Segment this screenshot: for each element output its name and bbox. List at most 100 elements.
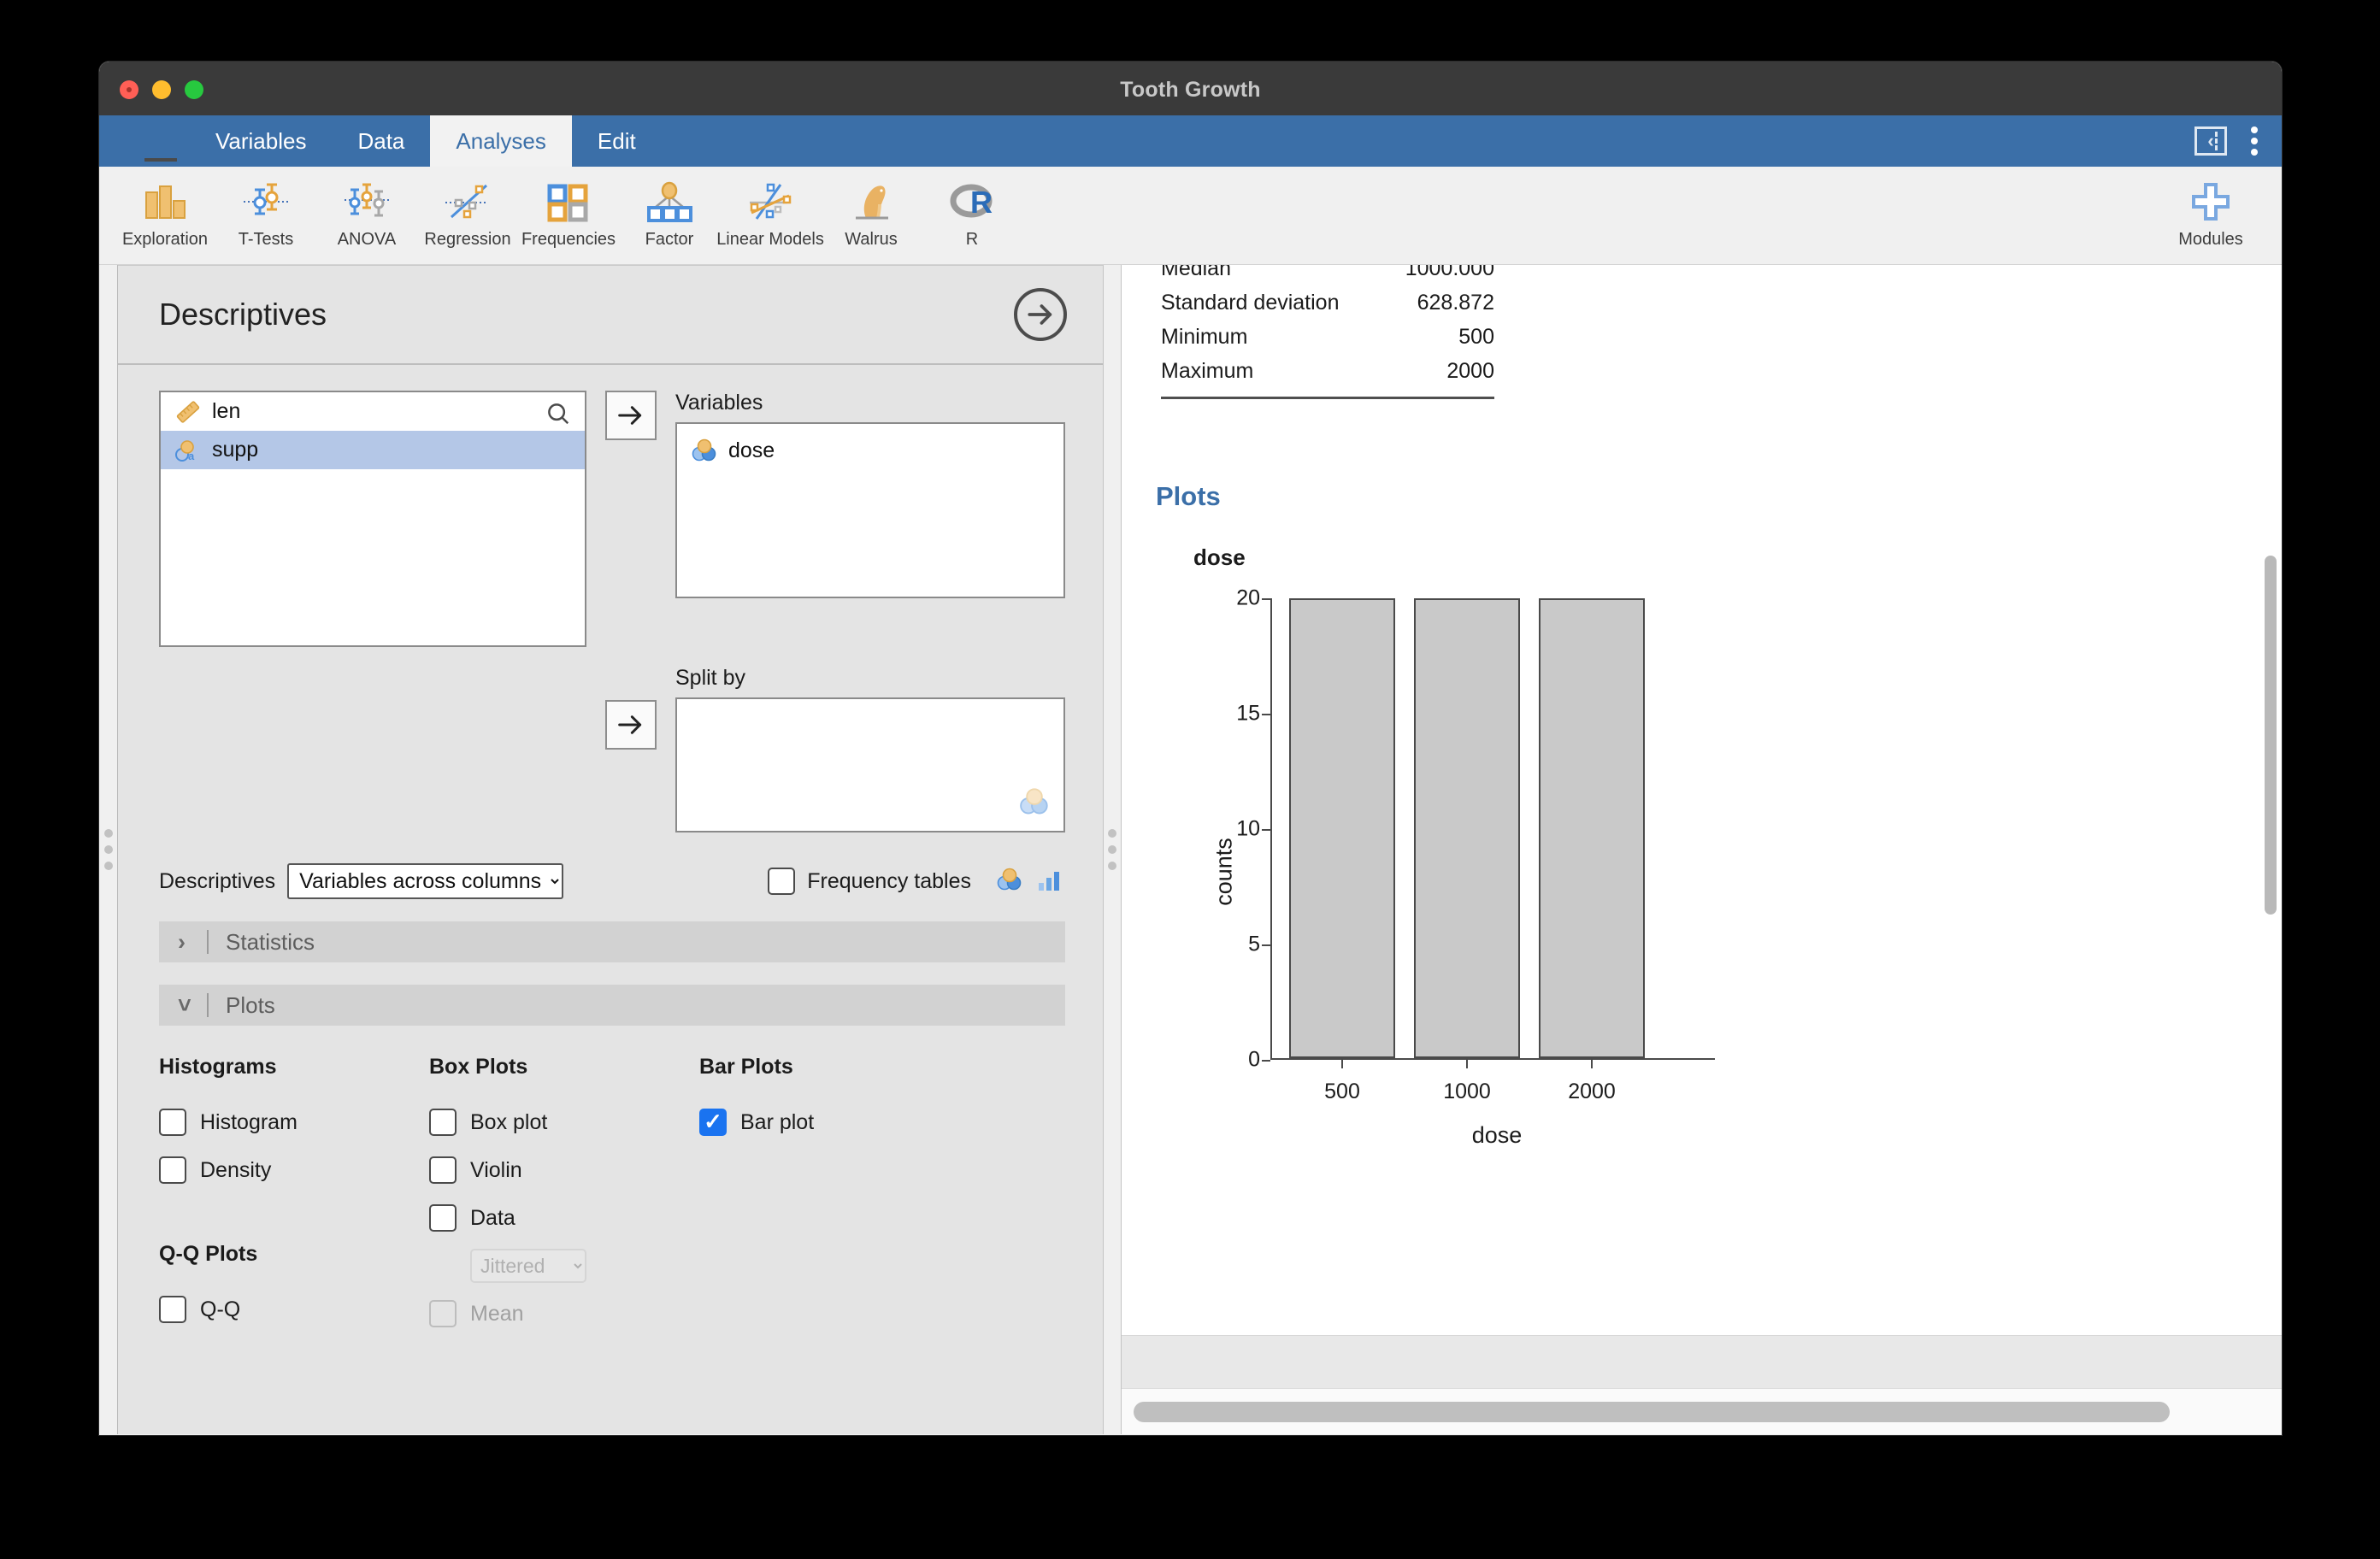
variables-transfer-col (586, 391, 675, 440)
stat-value: 1000.000 (1405, 265, 1494, 280)
ribbon-label: Factor (645, 230, 694, 249)
variable-name: dose (728, 438, 775, 462)
variables-label: Variables (675, 391, 763, 415)
chevron-right-icon: › (178, 928, 186, 955)
chevron-down-icon: ˅ (178, 991, 191, 1018)
transfer-to-splitby-button[interactable] (605, 700, 657, 750)
nominal-icon (995, 866, 1024, 897)
option-qq[interactable]: Q-Q (159, 1285, 429, 1333)
frequency-tables-checkbox[interactable] (768, 868, 796, 895)
ribbon-item-t-tests[interactable]: T-Tests (215, 172, 316, 261)
horizontal-scrollbar-track[interactable] (1122, 1388, 2282, 1434)
panel-toggle-icon[interactable]: ‹ (2194, 126, 2227, 156)
option-label: Bar plot (740, 1109, 815, 1134)
plot-area: 500 1000 2000 (1270, 598, 1723, 1103)
bar-1000 (1414, 598, 1520, 1058)
ribbon-item-modules[interactable]: Modules (2160, 172, 2261, 261)
jitter-select[interactable]: Jittered Stacked (470, 1249, 586, 1283)
y-tick-label: 10 (1236, 816, 1260, 841)
table-row: Median 1000.000 (1161, 265, 1494, 285)
option-label: Mean (470, 1301, 524, 1326)
option-violin[interactable]: Violin (429, 1146, 699, 1194)
stat-name: Maximum (1161, 358, 1254, 383)
option-mean: Mean (429, 1290, 699, 1338)
ribbon-label: Regression (424, 230, 511, 249)
descriptives-layout-select[interactable]: Variables across columns Variables acros… (287, 863, 564, 899)
violin-checkbox[interactable] (429, 1156, 457, 1184)
ribbon-item-factor[interactable]: Factor (619, 172, 720, 261)
option-bar-plot[interactable]: Bar plot (699, 1098, 969, 1146)
horizontal-scrollbar-thumb[interactable] (1134, 1401, 2170, 1422)
search-icon[interactable] (545, 401, 571, 431)
splitter-dots-icon (1108, 829, 1116, 870)
group-head-histograms: Histograms (159, 1055, 277, 1079)
arrow-right-circle-icon[interactable] (1014, 288, 1067, 341)
ribbon-item-r[interactable]: R R (922, 172, 1022, 261)
section-plots[interactable]: ˅ Plots (159, 985, 1065, 1026)
option-histogram[interactable]: Histogram (159, 1098, 429, 1146)
nominal-icon (687, 437, 722, 464)
kebab-menu-icon[interactable] (2251, 126, 2258, 156)
transfer-to-variables-button[interactable] (605, 391, 657, 440)
menubar-right-group: ‹ (2194, 115, 2282, 167)
ribbon-item-exploration[interactable]: Exploration (115, 172, 215, 261)
splitter-dots-icon (103, 829, 113, 870)
variables-assign-row: len a supp Variables dose (159, 391, 1065, 647)
option-label: Density (200, 1157, 272, 1182)
qq-checkbox[interactable] (159, 1296, 186, 1323)
ribbon-label: Walrus (845, 230, 898, 249)
y-axis-title: counts (1211, 838, 1237, 906)
ribbon-item-anova[interactable]: ANOVA (316, 172, 417, 261)
list-item[interactable]: dose (687, 432, 1063, 468)
ribbon-label: R (965, 230, 979, 249)
nominal-icon-faded (1017, 785, 1052, 822)
ribbon-item-linear-models[interactable]: Linear Models (716, 172, 824, 261)
split-by-dropbox[interactable] (675, 697, 1065, 832)
two-lines-scatter-icon (746, 177, 794, 226)
page-title: Descriptives (159, 297, 327, 332)
tab-analyses[interactable]: Analyses (430, 115, 572, 167)
variables-dropbox[interactable]: dose (675, 422, 1065, 598)
results-vertical-scrollbar[interactable] (2265, 556, 2277, 915)
table-bottom-rule (1161, 397, 1494, 399)
ribbon-item-frequencies[interactable]: Frequencies (518, 172, 619, 261)
bar-plot-checkbox[interactable] (699, 1109, 727, 1136)
ribbon-label: Linear Models (716, 230, 824, 249)
table-row: Maximum 2000 (1161, 354, 1494, 388)
box-plot-checkbox[interactable] (429, 1109, 457, 1136)
stat-value: 628.872 (1417, 290, 1494, 315)
main-menubar: Variables Data Analyses Edit ‹ (99, 115, 2282, 167)
histogram-checkbox[interactable] (159, 1109, 186, 1136)
option-data[interactable]: Data (429, 1194, 699, 1242)
plot-title: dose (1193, 544, 1246, 570)
left-splitter-handle[interactable] (99, 265, 118, 1434)
hamburger-icon[interactable] (99, 115, 190, 167)
option-density[interactable]: Density (159, 1146, 429, 1194)
list-item[interactable]: len (161, 392, 585, 431)
tab-edit[interactable]: Edit (572, 115, 662, 167)
app-window: Tooth Growth Variables Data Analyses Edi… (99, 62, 2282, 1435)
plots-heading: Plots (1156, 481, 1221, 511)
option-box-plot[interactable]: Box plot (429, 1098, 699, 1146)
variable-name: supp (212, 438, 259, 462)
results-scroll-area[interactable]: Median 1000.000 Standard deviation 628.8… (1122, 265, 2282, 1335)
group-head-box-plots: Box Plots (429, 1055, 528, 1079)
descriptives-table: Median 1000.000 Standard deviation 628.8… (1161, 265, 1494, 399)
splitby-target-col: Split by (675, 666, 1065, 832)
window-titlebar: Tooth Growth (99, 62, 2282, 115)
data-checkbox[interactable] (429, 1204, 457, 1232)
x-tick-label: 1000 (1443, 1080, 1491, 1103)
r-logo-icon: R (948, 177, 996, 226)
ribbon-item-regression[interactable]: Regression (417, 172, 518, 261)
tab-data[interactable]: Data (332, 115, 430, 167)
section-statistics[interactable]: › Statistics (159, 921, 1065, 962)
option-label: Box plot (470, 1109, 548, 1134)
list-item[interactable]: a supp (161, 431, 585, 469)
center-splitter-handle[interactable] (1103, 265, 1122, 1434)
nominal-text-icon: a (171, 437, 205, 464)
available-variables-list[interactable]: len a supp (159, 391, 586, 647)
tab-variables[interactable]: Variables (190, 115, 332, 167)
ribbon-item-walrus[interactable]: Walrus (821, 172, 922, 261)
density-checkbox[interactable] (159, 1156, 186, 1184)
table-row: Standard deviation 628.872 (1161, 285, 1494, 320)
